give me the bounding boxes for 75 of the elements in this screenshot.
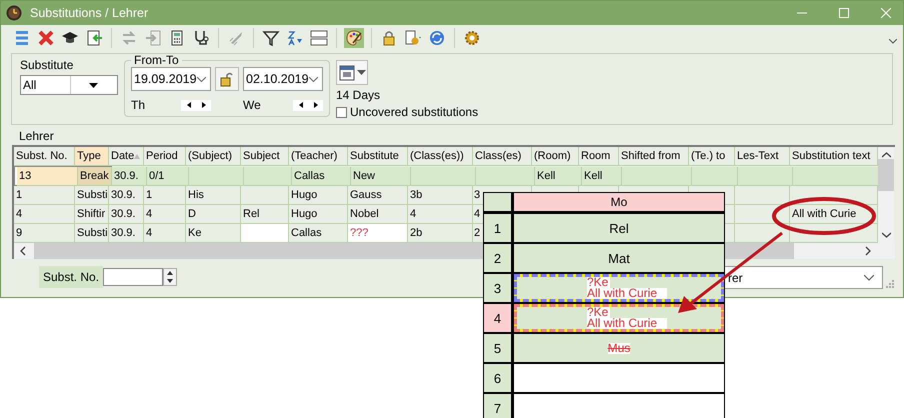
table-cell: New bbox=[351, 167, 411, 186]
column-header[interactable]: Les-Text bbox=[735, 147, 790, 166]
table-cell: Break bbox=[78, 167, 112, 186]
period-number[interactable]: 6 bbox=[484, 364, 514, 392]
period-number[interactable]: 3 bbox=[484, 274, 514, 302]
weekday-label: We bbox=[243, 98, 261, 112]
table-cell: 30.9. bbox=[109, 205, 144, 224]
table-cell: ??? bbox=[348, 224, 408, 243]
lesson-cell[interactable]: ?Ke All with Curie bbox=[514, 304, 724, 332]
day-header: Mo bbox=[514, 193, 724, 211]
lesson-cell[interactable]: ?Ke All with Curie bbox=[514, 274, 724, 302]
table-cell: Kell bbox=[535, 167, 582, 186]
period-number[interactable]: 7 bbox=[484, 394, 514, 418]
column-header[interactable]: (Subject) bbox=[186, 147, 241, 166]
table-cell: 13 bbox=[17, 167, 78, 186]
span-label: 14 Days bbox=[336, 88, 382, 102]
table-cell: Nobel bbox=[348, 205, 408, 224]
table-cell: Callas bbox=[292, 167, 351, 186]
column-header[interactable]: (Class(es)) bbox=[408, 147, 473, 166]
table-cell: Hugo bbox=[289, 186, 348, 205]
column-header[interactable]: (Teacher) bbox=[289, 147, 348, 166]
table-cell: Hugo bbox=[289, 205, 348, 224]
period-number[interactable]: 2 bbox=[484, 244, 514, 272]
date-field[interactable]: 19.09.2019 bbox=[131, 67, 211, 91]
table-cell: 4 bbox=[144, 224, 186, 243]
column-header[interactable]: Class(es) bbox=[473, 147, 532, 166]
checkbox-label: Uncovered substitutions bbox=[350, 105, 478, 119]
table-cell: 4 bbox=[144, 205, 186, 224]
period-number[interactable]: 5 bbox=[484, 334, 514, 362]
table-cell: 30.9. bbox=[109, 186, 144, 205]
table-cell: Substi bbox=[75, 224, 109, 243]
substitute-dropdown[interactable]: All bbox=[20, 75, 118, 95]
lesson-cell[interactable]: Mat bbox=[514, 244, 724, 272]
weekday-label: Th bbox=[131, 98, 146, 112]
table-cell: 0/1 bbox=[147, 167, 189, 186]
table-cell: Kell bbox=[582, 167, 622, 186]
table-cell: 1 bbox=[144, 186, 186, 205]
table-cell: His bbox=[186, 186, 241, 205]
table-cell: 4 bbox=[408, 205, 473, 224]
table-title: Lehrer bbox=[19, 129, 54, 143]
table-cell: Ke bbox=[186, 224, 241, 243]
date-range-label: From-To bbox=[133, 53, 180, 67]
column-header[interactable]: (Room) bbox=[532, 147, 579, 166]
column-header[interactable]: Shifted from bbox=[619, 147, 689, 166]
column-header[interactable]: Room bbox=[579, 147, 619, 166]
column-header[interactable]: Subject bbox=[241, 147, 289, 166]
table-cell: 30.9. bbox=[112, 167, 147, 186]
table-cell: 2b bbox=[408, 224, 473, 243]
table-cell: 9 bbox=[14, 224, 75, 243]
table-cell: 30.9. bbox=[109, 224, 144, 243]
lesson-cell[interactable]: Mus bbox=[514, 334, 724, 362]
table-cell: 4 bbox=[14, 205, 75, 224]
table-cell: D bbox=[186, 205, 241, 224]
table-cell: Shiftir bbox=[75, 205, 109, 224]
lesson-cell[interactable]: Rel bbox=[514, 214, 724, 242]
table-cell: 3b bbox=[408, 186, 473, 205]
period-number[interactable]: 4 bbox=[484, 304, 514, 332]
column-header[interactable]: Substitute bbox=[348, 147, 408, 166]
table-cell: 1 bbox=[14, 186, 75, 205]
window-title: Substitutions / Lehrer bbox=[30, 6, 148, 20]
period-number[interactable]: 1 bbox=[484, 214, 514, 242]
column-header[interactable]: Substitution text bbox=[790, 147, 878, 166]
column-header[interactable]: Subst. No. bbox=[14, 147, 75, 166]
table-cell: All with Curie bbox=[790, 205, 878, 224]
table-cell: Rel bbox=[241, 205, 289, 224]
table-cell: Substi bbox=[75, 186, 109, 205]
number-label: Subst. No. bbox=[39, 266, 104, 288]
column-header[interactable]: Date bbox=[109, 147, 144, 166]
table-cell: Gauss bbox=[348, 186, 408, 205]
column-header[interactable]: Period bbox=[144, 147, 186, 166]
table-cell: Callas bbox=[289, 224, 348, 243]
date-field[interactable]: 02.10.2019 bbox=[243, 67, 323, 91]
substitute-label: Substitute bbox=[20, 58, 74, 72]
column-header[interactable]: Type bbox=[75, 147, 109, 166]
column-header[interactable]: (Te.) to bbox=[689, 147, 735, 166]
